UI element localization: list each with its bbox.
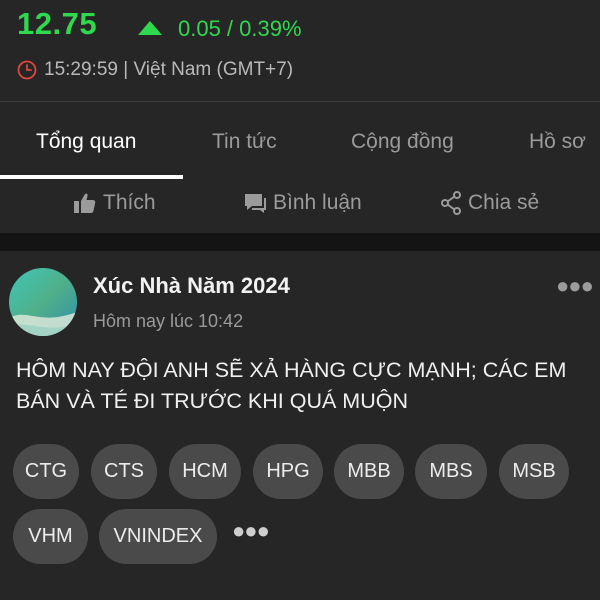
tab-bar: Tổng quan Tin tức Cộng đồng Hồ sơ — [0, 102, 600, 179]
stock-price: 12.75 — [17, 6, 98, 41]
tag-chip[interactable]: HCM — [169, 444, 241, 499]
post-card: Xúc Nhà Năm 2024 Hôm nay lúc 10:42 ●●● H… — [0, 251, 600, 600]
post-content: HÔM NAY ĐỘI ANH SẼ XẢ HÀNG CỰC MẠNH; CÁC… — [16, 358, 567, 413]
thumbs-up-icon — [74, 193, 96, 213]
timestamp: 15:29:59 | Việt Nam (GMT+7) — [17, 59, 293, 81]
avatar[interactable] — [9, 268, 77, 336]
share-label: Chia sẻ — [468, 191, 540, 214]
tag-chip[interactable]: HPG — [253, 444, 323, 499]
share-button[interactable]: Chia sẻ — [440, 191, 539, 215]
post-time: Hôm nay lúc 10:42 — [93, 311, 244, 331]
up-arrow-icon — [138, 21, 162, 35]
stock-header: 12.75 0.05 / 0.39% 15:29:59 | Việt Nam (… — [0, 0, 600, 101]
clock-icon — [17, 60, 37, 80]
tag-chip[interactable]: MBB — [334, 444, 404, 499]
post-author[interactable]: Xúc Nhà Năm 2024 — [93, 273, 290, 299]
action-bar: Thích Bình luận Chia sẻ — [0, 179, 600, 233]
comment-label: Bình luận — [273, 191, 362, 214]
price-change: 0.05 / 0.39% — [138, 16, 302, 42]
like-button[interactable]: Thích — [73, 191, 156, 215]
tab-overview[interactable]: Tổng quan — [36, 130, 136, 154]
more-options-icon[interactable]: ●●● — [556, 273, 594, 299]
price-change-text: 0.05 / 0.39% — [178, 16, 302, 41]
comment-button[interactable]: Bình luận — [243, 191, 362, 215]
more-tags-icon[interactable]: ●●● — [232, 518, 270, 544]
tab-news[interactable]: Tin tức — [212, 130, 277, 154]
tag-chip[interactable]: MSB — [499, 444, 569, 499]
tag-chip[interactable]: VNINDEX — [99, 509, 217, 564]
section-gap — [0, 233, 600, 251]
tag-chip[interactable]: CTS — [91, 444, 157, 499]
comment-icon — [245, 194, 266, 213]
share-icon — [441, 191, 461, 215]
tag-chip[interactable]: MBS — [415, 444, 487, 499]
avatar-image — [9, 268, 77, 336]
tag-chip[interactable]: CTG — [13, 444, 79, 499]
tag-chip[interactable]: VHM — [13, 509, 88, 564]
timestamp-text: 15:29:59 | Việt Nam (GMT+7) — [44, 59, 294, 80]
tab-profile[interactable]: Hồ sơ — [529, 130, 586, 154]
tab-community[interactable]: Cộng đồng — [351, 130, 454, 154]
like-label: Thích — [103, 191, 156, 214]
